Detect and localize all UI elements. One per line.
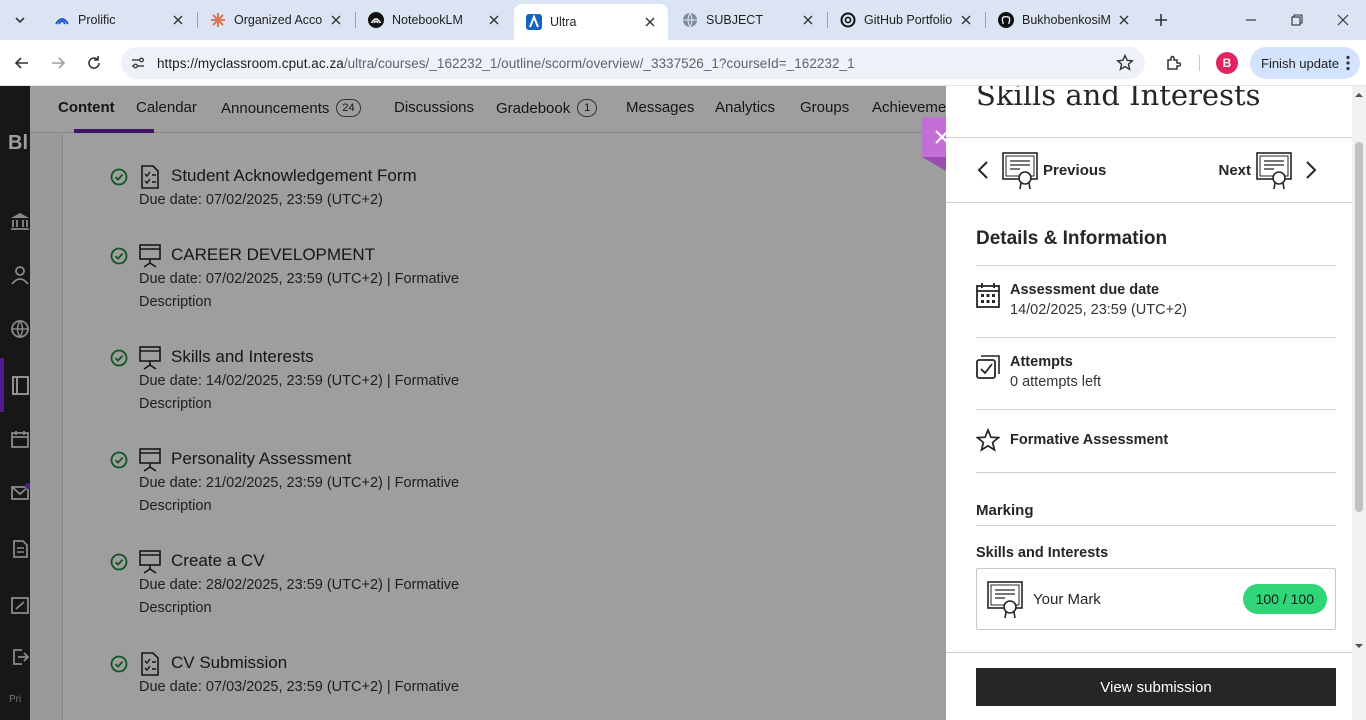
- certificate-icon: [1256, 152, 1292, 190]
- plus-icon: [1155, 14, 1167, 26]
- previous-label: Previous: [1043, 161, 1107, 179]
- tab-title: Organized Accou: [234, 13, 322, 27]
- close-tab-icon[interactable]: [642, 14, 658, 30]
- openai-icon: [840, 12, 856, 28]
- close-tab-icon[interactable]: [486, 12, 502, 28]
- formative-label: Formative Assessment: [1010, 432, 1169, 448]
- forward-button[interactable]: [44, 49, 72, 77]
- marking-heading: Marking: [976, 502, 1034, 519]
- browser-tab-prolific[interactable]: Prolific: [42, 4, 196, 36]
- browser-tab-organized-accounts[interactable]: Organized Accou: [198, 4, 354, 36]
- your-mark-card: Your Mark 100 / 100: [976, 568, 1336, 630]
- address-bar[interactable]: https://myclassroom.cput.ac.za/ultra/cou…: [121, 47, 1145, 79]
- prolific-icon: [54, 12, 70, 28]
- panel-title: Skills and Interests: [976, 86, 1261, 112]
- claude-icon: [210, 12, 226, 28]
- details-heading: Details & Information: [976, 228, 1168, 249]
- site-info-icon[interactable]: [123, 48, 153, 78]
- browser-tab-ultra[interactable]: Ultra: [514, 4, 668, 40]
- back-button[interactable]: [8, 49, 36, 77]
- next-label: Next: [1218, 161, 1251, 179]
- globe-icon: [682, 12, 698, 28]
- tab-title: BukhobenkosiM: [1022, 13, 1110, 27]
- your-mark-label: Your Mark: [1033, 591, 1101, 608]
- tab-title: Ultra: [550, 15, 577, 29]
- browser-tab-strip: Prolific Organized Accou NotebookLM Ultr…: [0, 0, 1366, 40]
- arrow-left-icon: [14, 57, 28, 69]
- close-tab-icon[interactable]: [328, 12, 344, 28]
- star-outline-icon: [976, 428, 1000, 452]
- previous-button[interactable]: Previous: [976, 148, 1106, 192]
- browser-tab-notebooklm[interactable]: NotebookLM: [356, 4, 512, 36]
- modal-backdrop[interactable]: [0, 86, 946, 720]
- close-tab-icon[interactable]: [958, 12, 974, 28]
- checkbox-icon: [976, 355, 1000, 379]
- next-button[interactable]: Next: [1218, 148, 1318, 192]
- close-icon: [1337, 14, 1349, 26]
- github-icon: [998, 12, 1014, 28]
- window-close-button[interactable]: [1320, 4, 1366, 36]
- details-panel: Skills and Interests Previous Next Detai…: [946, 86, 1366, 720]
- close-tab-tail: [922, 157, 946, 171]
- certificate-icon: [1002, 152, 1038, 190]
- new-tab-button[interactable]: [1149, 8, 1173, 32]
- restore-icon: [1291, 14, 1303, 26]
- scroll-down-icon[interactable]: [1354, 641, 1364, 651]
- panel-scrollbar[interactable]: [1352, 86, 1366, 720]
- arrow-right-icon: [52, 57, 66, 69]
- tab-title: GitHub Portfolio: [864, 13, 952, 27]
- browser-tab-github[interactable]: BukhobenkosiM: [986, 4, 1142, 36]
- finish-update-button[interactable]: Finish update: [1250, 47, 1360, 79]
- url-domain: https://myclassroom.cput.ac.za: [157, 55, 344, 71]
- profile-avatar[interactable]: B: [1216, 52, 1238, 74]
- reload-button[interactable]: [80, 49, 108, 77]
- chevron-left-icon: [977, 161, 988, 179]
- close-tab-icon[interactable]: [170, 12, 186, 28]
- blackboard-icon: [526, 14, 542, 30]
- restore-button[interactable]: [1274, 4, 1320, 36]
- mark-badge: 100 / 100: [1242, 584, 1327, 614]
- blackboard-app: Bl Pri Content Calendar Announcements 24 …: [0, 86, 1366, 720]
- minimize-icon: [1246, 19, 1256, 21]
- url-text: https://myclassroom.cput.ac.za/ultra/cou…: [157, 56, 855, 71]
- browser-tab-subject[interactable]: SUBJECT: [670, 4, 826, 36]
- attempts-label: Attempts: [1010, 354, 1073, 370]
- browser-toolbar: https://myclassroom.cput.ac.za/ultra/cou…: [0, 40, 1366, 86]
- more-vert-icon: [1346, 55, 1350, 74]
- marking-item-title: Skills and Interests: [976, 545, 1109, 561]
- chevron-down-icon: [15, 17, 25, 24]
- scrollbar-thumb[interactable]: [1355, 142, 1363, 512]
- due-date-label: Assessment due date: [1010, 282, 1160, 298]
- tab-search-button[interactable]: [6, 6, 34, 34]
- attempts-value: 0 attempts left: [1010, 374, 1102, 390]
- close-tab-icon[interactable]: [1116, 12, 1132, 28]
- reload-icon: [88, 56, 100, 69]
- minimize-button[interactable]: [1228, 4, 1274, 36]
- scroll-up-icon[interactable]: [1354, 90, 1364, 100]
- tab-title: SUBJECT: [706, 13, 763, 27]
- tab-title: Prolific: [78, 13, 116, 27]
- due-date-value: 14/02/2025, 23:59 (UTC+2): [1010, 302, 1187, 318]
- view-submission-button[interactable]: View submission: [976, 668, 1336, 706]
- close-tab-icon[interactable]: [800, 12, 816, 28]
- calendar-grid-icon: [976, 283, 1000, 308]
- tab-title: NotebookLM: [392, 13, 463, 27]
- notebooklm-icon: [368, 12, 384, 28]
- url-path: /ultra/courses/_162232_1/outline/scorm/o…: [343, 55, 855, 71]
- certificate-icon: [987, 581, 1023, 619]
- chevron-right-icon: [1306, 161, 1317, 179]
- puzzle-icon: [1167, 55, 1182, 70]
- browser-tab-github-portfolio[interactable]: GitHub Portfolio: [828, 4, 984, 36]
- bookmark-star-icon[interactable]: [1115, 53, 1135, 73]
- extensions-button[interactable]: [1160, 49, 1188, 77]
- finish-update-label: Finish update: [1261, 55, 1340, 71]
